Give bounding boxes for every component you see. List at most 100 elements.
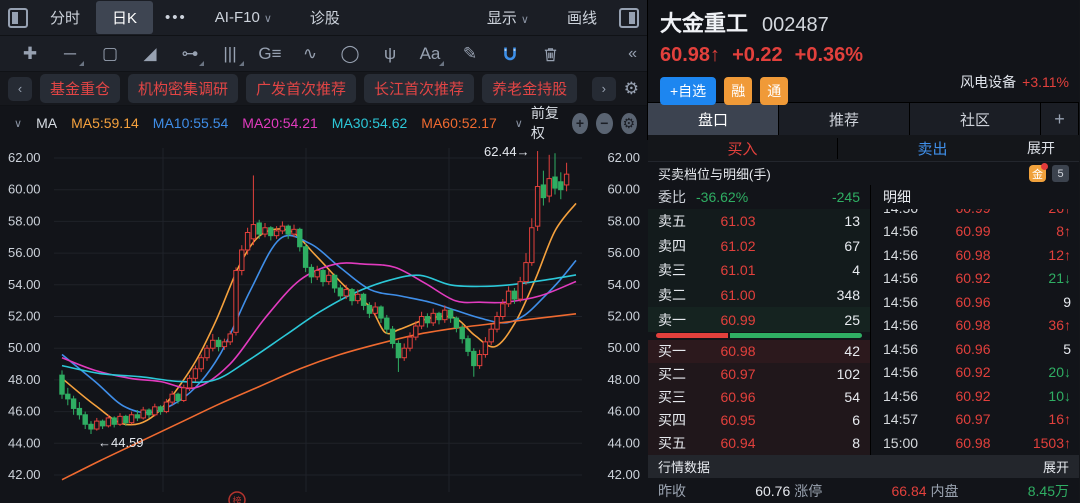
buy-tab[interactable]: 买入: [648, 138, 837, 159]
zoom-in-button[interactable]: +: [572, 113, 588, 134]
trade-volume: 5: [1063, 341, 1071, 357]
level-volume: 13: [844, 213, 860, 229]
candle: [216, 340, 220, 346]
margin-badge[interactable]: 融: [724, 77, 752, 105]
tags-prev-button[interactable]: ‹: [8, 77, 32, 101]
low-price-annotation: ←44.59: [98, 435, 144, 450]
buy-sell-row: 买入 卖出 展开: [648, 135, 1079, 162]
display-button[interactable]: 显示∨: [471, 1, 545, 34]
orderbook-title-row: 买卖档位与明细(手) 金 5: [648, 162, 1079, 185]
bid-level-row[interactable]: 买一60.9842: [648, 340, 870, 363]
ellipse-icon[interactable]: ◯: [330, 45, 370, 62]
level-price: 60.94: [702, 435, 774, 451]
expand-button[interactable]: 展开: [1027, 138, 1079, 158]
tags-next-button[interactable]: ›: [592, 77, 616, 101]
pitchfork-icon[interactable]: ψ: [370, 45, 410, 62]
trade-price: 60.97: [935, 411, 1011, 427]
wave-icon[interactable]: ∿: [290, 45, 330, 62]
candle: [234, 271, 238, 333]
connect-badge[interactable]: 通: [760, 77, 788, 105]
concept-tag-养老金持股[interactable]: 养老金持股: [482, 74, 577, 103]
toolbar-collapse-icon[interactable]: «: [628, 45, 637, 63]
sector-link[interactable]: 风电设备+3.11%: [960, 72, 1069, 92]
zoom-out-button[interactable]: −: [596, 113, 612, 134]
sell-tab[interactable]: 卖出: [837, 138, 1027, 159]
candle: [106, 418, 110, 426]
ask-level-row[interactable]: 卖四61.0267: [648, 234, 870, 259]
trade-time: 14:56: [883, 223, 935, 239]
gold-coin-icon[interactable]: 金: [1029, 165, 1046, 182]
drawing-toolbar: ✚─▢◢⊶|||G≡∿◯ψAa✎ «: [0, 36, 647, 72]
period-tab-日K[interactable]: 日K: [96, 1, 153, 34]
quote-panel: 大金重工 002487 60.98↑ +0.22 +0.36% +自选 融 通 …: [648, 0, 1079, 503]
trade-price: 60.98: [935, 317, 1011, 333]
ai-f10-button[interactable]: AI-F10∨: [199, 3, 288, 32]
move-icon[interactable]: ✚: [10, 45, 50, 62]
quote-expand-button[interactable]: 展开: [1043, 457, 1069, 476]
concept-tag-机构密集调研[interactable]: 机构密集调研: [128, 74, 238, 103]
candle: [71, 399, 75, 409]
level-volume: 6: [852, 412, 860, 428]
dropdown-corner-icon: [199, 61, 204, 66]
bid-level-row[interactable]: 买三60.9654: [648, 386, 870, 409]
trash-icon[interactable]: [530, 44, 570, 62]
draw-line-button[interactable]: 画线: [551, 1, 613, 34]
left-panel-toggle-icon[interactable]: [8, 8, 28, 28]
ask-level-row[interactable]: 卖五61.0313: [648, 209, 870, 234]
text-icon[interactable]: Aa: [410, 45, 450, 62]
ask-level-row[interactable]: 卖一60.9925: [648, 307, 870, 332]
level-price: 61.02: [702, 238, 774, 254]
level-price: 60.97: [702, 366, 774, 382]
y-axis-label-left: 42.00: [8, 467, 41, 482]
magnet-icon[interactable]: [490, 44, 530, 63]
trendline-icon[interactable]: ─: [50, 45, 90, 62]
concept-tag-广发首次推荐[interactable]: 广发首次推荐: [246, 74, 356, 103]
ma-legend-item: MA30:54.62: [332, 115, 408, 131]
add-tab-button[interactable]: +: [1041, 103, 1079, 135]
trade-time: 14:56: [883, 341, 935, 357]
level-name: 买二: [658, 364, 702, 384]
candle: [60, 375, 64, 394]
candle: [408, 337, 412, 348]
more-periods-button[interactable]: •••: [159, 9, 193, 26]
y-axis-label-right: 48.00: [607, 372, 640, 387]
y-axis-label-left: 54.00: [8, 277, 41, 292]
depth-level-badge[interactable]: 5: [1052, 165, 1069, 182]
level-name: 卖一: [658, 310, 702, 330]
right-panel-toggle-icon[interactable]: [619, 8, 639, 28]
vertical-lines-icon[interactable]: |||: [210, 45, 250, 62]
panel-tab-盘口[interactable]: 盘口: [648, 103, 779, 135]
gann-fan-icon[interactable]: ◢: [130, 45, 170, 62]
gann-grid-icon[interactable]: G≡: [250, 45, 290, 62]
ask-level-row[interactable]: 卖二61.00348: [648, 283, 870, 308]
period-tab-分时[interactable]: 分时: [34, 1, 96, 34]
candle: [338, 288, 342, 296]
trade-volume: 21↓: [1048, 270, 1071, 286]
level-name: 买五: [658, 433, 702, 453]
ma-legend-item: MA60:52.17: [421, 115, 497, 131]
diagnose-button[interactable]: 诊股: [294, 1, 356, 34]
chart-settings-gear-icon[interactable]: ⚙: [621, 113, 637, 134]
segment-icon[interactable]: ⊶: [170, 45, 210, 62]
concept-tag-长江首次推荐[interactable]: 长江首次推荐: [364, 74, 474, 103]
trade-time: 14:56: [883, 247, 935, 263]
chevron-down-icon[interactable]: ∨: [515, 117, 523, 130]
candlestick-chart[interactable]: 62.0062.0060.0060.0058.0058.0056.0056.00…: [0, 140, 648, 503]
pencil-icon[interactable]: ✎: [450, 45, 490, 62]
tags-settings-gear-icon[interactable]: ⚙: [624, 79, 639, 99]
panel-tab-推荐[interactable]: 推荐: [779, 103, 910, 135]
watermark-seal-icon: 榜: [232, 495, 241, 503]
add-favorite-button[interactable]: +自选: [660, 77, 716, 105]
chevron-down-icon[interactable]: ∨: [14, 117, 22, 130]
bid-level-row[interactable]: 买二60.97102: [648, 363, 870, 386]
bid-level-row[interactable]: 买四60.956: [648, 409, 870, 432]
bid-level-row[interactable]: 买五60.948: [648, 432, 870, 455]
panel-tab-社区[interactable]: 社区: [910, 103, 1041, 135]
ask-level-row[interactable]: 卖三61.014: [648, 258, 870, 283]
candle: [112, 418, 116, 424]
candle: [501, 304, 505, 317]
rectangle-icon[interactable]: ▢: [90, 45, 130, 62]
y-axis-label-right: 46.00: [607, 404, 640, 419]
adjust-mode-label[interactable]: 前复权: [531, 103, 564, 143]
concept-tag-基金重仓[interactable]: 基金重仓: [40, 74, 120, 103]
